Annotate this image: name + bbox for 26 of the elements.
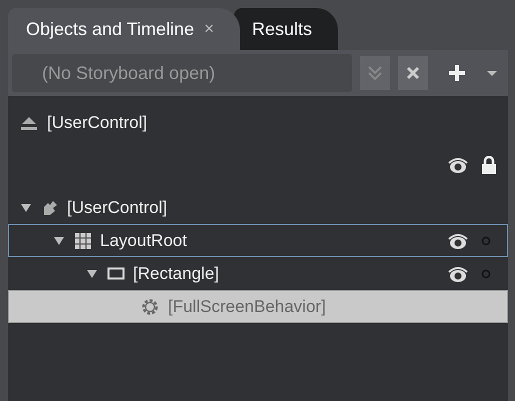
gear-icon	[140, 296, 160, 316]
close-storyboard-button[interactable]	[398, 56, 428, 90]
tree-item[interactable]: [UserControl]	[8, 191, 508, 224]
expand-arrow-icon[interactable]	[54, 236, 64, 244]
tab[interactable]: Results	[234, 8, 338, 50]
eye-icon[interactable]	[447, 266, 469, 282]
lock-toggle-icon[interactable]	[481, 236, 491, 246]
tree-item[interactable]: [Rectangle]	[8, 257, 508, 290]
rectangle-icon	[107, 266, 125, 282]
expand-arrow-icon[interactable]	[87, 270, 97, 278]
eye-icon[interactable]	[447, 232, 469, 248]
tree-item[interactable]: LayoutRoot	[8, 224, 508, 257]
double-chevron-icon	[367, 64, 383, 82]
close-icon[interactable]: ×	[204, 19, 214, 39]
lock-icon[interactable]	[481, 156, 497, 174]
expand-arrow-icon[interactable]	[21, 204, 31, 212]
scope-label: [UserControl]	[47, 112, 148, 132]
storyboard-field[interactable]: (No Storyboard open)	[12, 54, 352, 92]
grid-icon	[74, 232, 92, 250]
upload-icon[interactable]	[19, 114, 39, 130]
add-icon[interactable]	[448, 64, 466, 82]
dropdown-icon[interactable]	[486, 69, 498, 77]
tab[interactable]: Objects and Timeline ×	[8, 8, 240, 50]
lock-toggle-icon[interactable]	[481, 268, 491, 278]
close-icon	[405, 65, 421, 81]
eye-icon[interactable]	[447, 157, 469, 173]
